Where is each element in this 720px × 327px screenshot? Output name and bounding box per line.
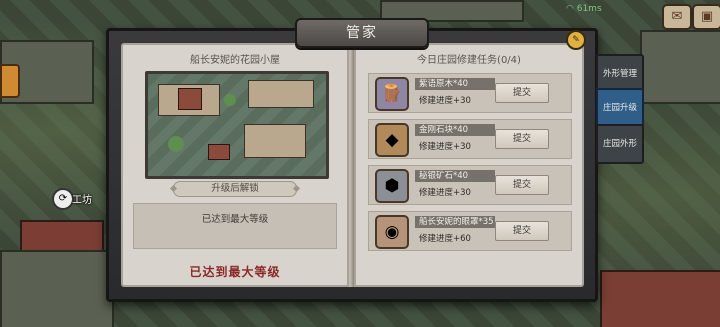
building-label[interactable]: 工坊 [72, 191, 92, 206]
left-page: 船长安妮的花园小屋 升级后解锁 已达到最大等级 已达到最大等级 [121, 43, 349, 287]
latency-text: 61ms [576, 4, 602, 14]
tab-manor-appearance[interactable]: 庄园外形 [596, 124, 644, 164]
task-list-title: 今日庄园修建任务(0/4) [417, 55, 521, 66]
unlock-text: 已达到最大等级 [201, 214, 269, 225]
task-item: 🪵 紫语原木*40 修建进度+30 提交 [368, 73, 572, 113]
settings-icon[interactable]: ✉ [662, 4, 692, 30]
task-name: 紫语原木*40 [415, 78, 495, 90]
submit-button[interactable]: 提交 [495, 221, 549, 241]
preview-wall [244, 124, 306, 158]
submit-button[interactable]: 提交 [495, 129, 549, 149]
preview-fireplace [178, 88, 202, 110]
task-item: ⬢ 秘银矿石*40 修建进度+30 提交 [368, 165, 572, 205]
side-drawer-handle[interactable] [0, 64, 20, 98]
building-badge-icon[interactable]: ⟳ [52, 188, 74, 210]
pin-icon[interactable]: ✎ [566, 30, 586, 50]
book-panel: 船长安妮的花园小屋 升级后解锁 已达到最大等级 已达到最大等级 今日庄园修建任务… [106, 28, 598, 302]
task-item: ◉ 船长安妮的眼罩*35 修建进度+60 提交 [368, 211, 572, 251]
preview-furniture [208, 144, 230, 160]
task-progress: 修建进度+30 [419, 142, 471, 152]
unlock-header: 升级后解锁 [173, 181, 297, 197]
window-title: 管家 [295, 18, 429, 48]
preview-plant [224, 94, 236, 106]
unlock-content-box: 已达到最大等级 [133, 203, 337, 249]
submit-button[interactable]: 提交 [495, 175, 549, 195]
wall-tile [640, 30, 720, 104]
task-name: 船长安妮的眼罩*35 [415, 216, 495, 228]
house-preview-image [145, 71, 329, 179]
max-level-status: 已达到最大等级 [189, 265, 281, 279]
house-title: 船长安妮的花园小屋 [190, 55, 280, 66]
preview-plant [168, 136, 184, 152]
task-progress: 修建进度+30 [419, 96, 471, 106]
tab-manor-upgrade[interactable]: 庄园升级 [596, 88, 644, 128]
log-icon: 🪵 [375, 77, 409, 111]
task-name: 金刚石块*40 [415, 124, 495, 136]
chest-icon[interactable]: ▣ [692, 4, 720, 30]
task-progress: 修建进度+60 [419, 234, 471, 244]
task-progress: 修建进度+30 [419, 188, 471, 198]
right-page: 今日庄园修建任务(0/4) 🪵 紫语原木*40 修建进度+30 提交 ◆ 金刚石… [354, 43, 584, 287]
wifi-icon: ◠ [566, 4, 574, 14]
eyepatch-icon: ◉ [375, 215, 409, 249]
submit-button[interactable]: 提交 [495, 83, 549, 103]
crystal-icon: ◆ [375, 123, 409, 157]
task-name: 秘银矿石*40 [415, 170, 495, 182]
ore-icon: ⬢ [375, 169, 409, 203]
roof-tile [600, 270, 720, 327]
wall-tile [0, 250, 114, 327]
preview-wall [248, 80, 314, 108]
network-latency: ◠ 61ms [566, 4, 602, 14]
task-item: ◆ 金刚石块*40 修建进度+30 提交 [368, 119, 572, 159]
